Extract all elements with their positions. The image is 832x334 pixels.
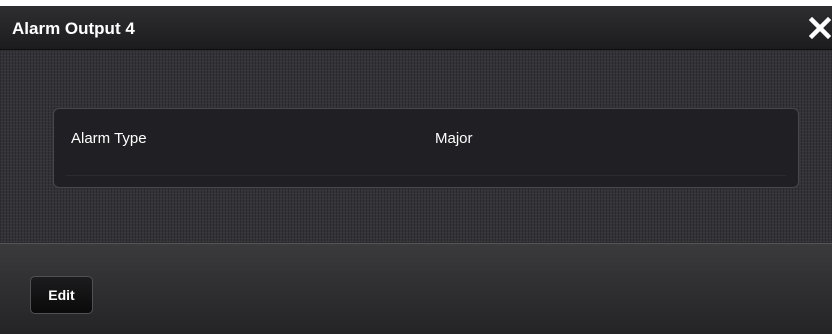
dialog-titlebar: Alarm Output 4 xyxy=(0,6,832,50)
close-icon[interactable] xyxy=(808,16,832,40)
panel-divider xyxy=(66,175,786,176)
dialog-content: Alarm Type Major xyxy=(0,50,832,242)
dialog-title: Alarm Output 4 xyxy=(12,19,135,38)
edit-button[interactable]: Edit xyxy=(30,276,93,314)
alarm-type-label: Alarm Type xyxy=(71,130,147,147)
alarm-output-dialog: Alarm Output 4 Alarm Type Major Edit xyxy=(0,6,832,334)
settings-panel: Alarm Type Major xyxy=(53,108,799,188)
alarm-type-value: Major xyxy=(435,130,473,147)
dialog-footer: Edit xyxy=(0,243,832,334)
